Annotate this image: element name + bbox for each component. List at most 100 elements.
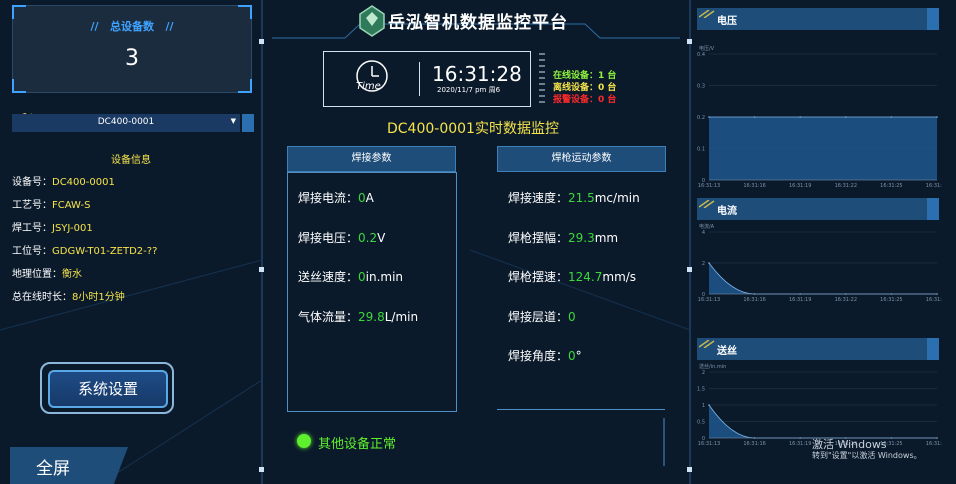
x-tick-label: 16:31:13	[698, 297, 720, 303]
caret-down-icon: ▼	[230, 117, 236, 125]
page-title: 岳泓智机数据监控平台	[388, 13, 568, 33]
chart-title: 送丝	[717, 346, 737, 357]
select-tab-decoration	[242, 114, 254, 132]
x-tick-label: 16:31:28	[926, 183, 942, 189]
param-torch-amplitude: 焊枪摆幅：29.3mm	[508, 231, 619, 245]
info-value: DC400-0001	[52, 177, 115, 188]
torch-panel-bottom-line	[497, 409, 665, 410]
info-row-online-time: 总在线时长：8小时1分钟	[12, 288, 125, 303]
system-settings-label: 系统设置	[48, 370, 168, 408]
data-point	[845, 116, 847, 118]
device-select-value: DC400-0001	[97, 117, 155, 127]
x-tick-label: 16:31:13	[698, 183, 720, 189]
y-tick-label: 4	[702, 230, 705, 236]
x-tick-label: 16:31:16	[743, 183, 765, 189]
y-tick-label: 0.2	[697, 115, 705, 121]
device-select[interactable]: DC400-0001 ▼	[12, 114, 240, 132]
y-axis-label: 电压/V	[699, 45, 715, 52]
param-weld-speed: 焊接速度：21.5mc/min	[508, 191, 640, 205]
slash-left-icon: //	[90, 20, 110, 33]
clock-time: 16:31:28	[432, 62, 522, 86]
total-devices-title: 总设备数	[110, 20, 154, 33]
activation-watermark-subtitle: 转到"设置"以激活 Windows。	[812, 451, 922, 460]
clock-date: 2020/11/7 pm 周6	[437, 86, 501, 94]
info-label: 总在线时长：	[12, 292, 72, 303]
current-chart: 电流/A42016:31:13 16:31:16 16:31:19 16:31:22 1…	[698, 223, 942, 303]
stripe-icon	[699, 10, 715, 18]
y-tick-label: 1.5	[697, 387, 705, 393]
total-devices-card: // 总设备数 // 3	[12, 5, 252, 93]
x-tick-label: 16:31:25	[880, 297, 902, 303]
param-weld-layer: 焊接层道：0	[508, 310, 576, 324]
ruler-icon	[539, 53, 545, 103]
info-label: 设备号：	[12, 177, 52, 188]
clock-label: Time	[356, 81, 381, 92]
param-weld-angle: 焊接角度：0°	[508, 349, 582, 363]
series-area	[709, 263, 937, 294]
param-wire-speed: 送丝速度：0in.min	[298, 270, 404, 284]
param-gas-flow: 气体流量：29.8L/min	[298, 310, 419, 324]
x-tick-label: 16:31:19	[789, 183, 811, 189]
device-info-title: 设备信息	[111, 155, 151, 166]
clock-divider	[419, 62, 420, 96]
info-value: JSYJ-001	[52, 223, 93, 234]
system-settings-button[interactable]: 系统设置	[40, 362, 174, 414]
param-weld-voltage: 焊接电压：0.2V	[298, 231, 386, 245]
chart-header-wire-feed: 送丝	[697, 338, 939, 360]
x-tick-label: 16:31:22	[835, 183, 857, 189]
y-tick-label: 0.5	[697, 420, 705, 426]
info-row-device-no: 设备号：DC400-0001	[12, 173, 115, 188]
stripe-icon	[699, 340, 715, 348]
y-tick-label: 0.4	[697, 52, 705, 58]
chart-header-current: 电流	[697, 198, 939, 220]
param-weld-current: 焊接电流：0A	[298, 191, 374, 205]
x-tick-label: 16:31:22	[835, 297, 857, 303]
series-area	[709, 117, 937, 180]
torch-params-header: 焊枪运动参数	[497, 146, 666, 172]
data-point	[708, 262, 710, 264]
slash-right-icon: //	[154, 20, 174, 33]
y-axis-label: 电流/A	[699, 223, 715, 230]
info-label: 工艺号：	[12, 200, 52, 211]
x-tick-label: 16:31:19	[789, 441, 811, 447]
left-panel: // 总设备数 // 3 DC400-0001 ▼ 设备信息 设备号：DC400…	[0, 0, 262, 484]
info-row-welder-no: 焊工号：JSYJ-001	[12, 219, 93, 234]
fullscreen-label: 全屏	[36, 459, 70, 479]
x-tick-label: 16:31:16	[743, 441, 765, 447]
info-row-location: 地理位置：衡水	[12, 265, 82, 280]
y-tick-label: 0.3	[697, 84, 705, 90]
total-devices-count: 3	[125, 46, 139, 71]
x-tick-label: 16:31:25	[880, 183, 902, 189]
voltage-chart: 电压/V0.40.30.20.1016:31:13 16:31:16 16:31:1…	[697, 45, 942, 189]
data-point	[936, 116, 938, 118]
info-value: 8小时1分钟	[72, 292, 125, 303]
welding-params-panel	[287, 172, 457, 412]
data-point	[799, 116, 801, 118]
y-tick-label: 2	[702, 370, 705, 376]
clock-icon	[356, 60, 388, 92]
welding-params-header: 焊接参数	[287, 146, 456, 172]
x-tick-label: 16:31:19	[789, 297, 811, 303]
info-row-station-no: 工位号：GDGW-T01-ZETD2-??	[12, 242, 157, 257]
info-row-process-no: 工艺号：FCAW-S	[12, 196, 90, 211]
series-line	[708, 262, 937, 295]
x-tick-label: 16:31:28	[926, 297, 942, 303]
info-value: FCAW-S	[52, 200, 91, 211]
y-tick-label: 1	[702, 403, 705, 409]
logo-icon	[359, 5, 385, 37]
info-value: GDGW-T01-ZETD2-??	[52, 246, 158, 257]
y-tick-label: 2	[702, 261, 705, 267]
monitor-title: DC400-0001实时数据监控	[387, 121, 559, 137]
param-torch-swing-speed: 焊枪摆速：124.7mm/s	[508, 270, 637, 284]
y-axis-label: 送丝/in.min	[699, 363, 726, 370]
status-dot-icon	[297, 434, 311, 448]
info-label: 焊工号：	[12, 223, 52, 234]
chart-header-voltage: 电压	[697, 8, 939, 30]
device-status-text: 其他设备正常	[318, 437, 397, 452]
info-label: 地理位置：	[12, 269, 62, 280]
data-point	[753, 116, 756, 118]
x-tick-label: 16:31:28	[926, 441, 942, 447]
x-tick-label: 16:31:13	[698, 441, 720, 447]
data-point	[708, 116, 710, 118]
fullscreen-button[interactable]: 全屏	[10, 447, 128, 484]
